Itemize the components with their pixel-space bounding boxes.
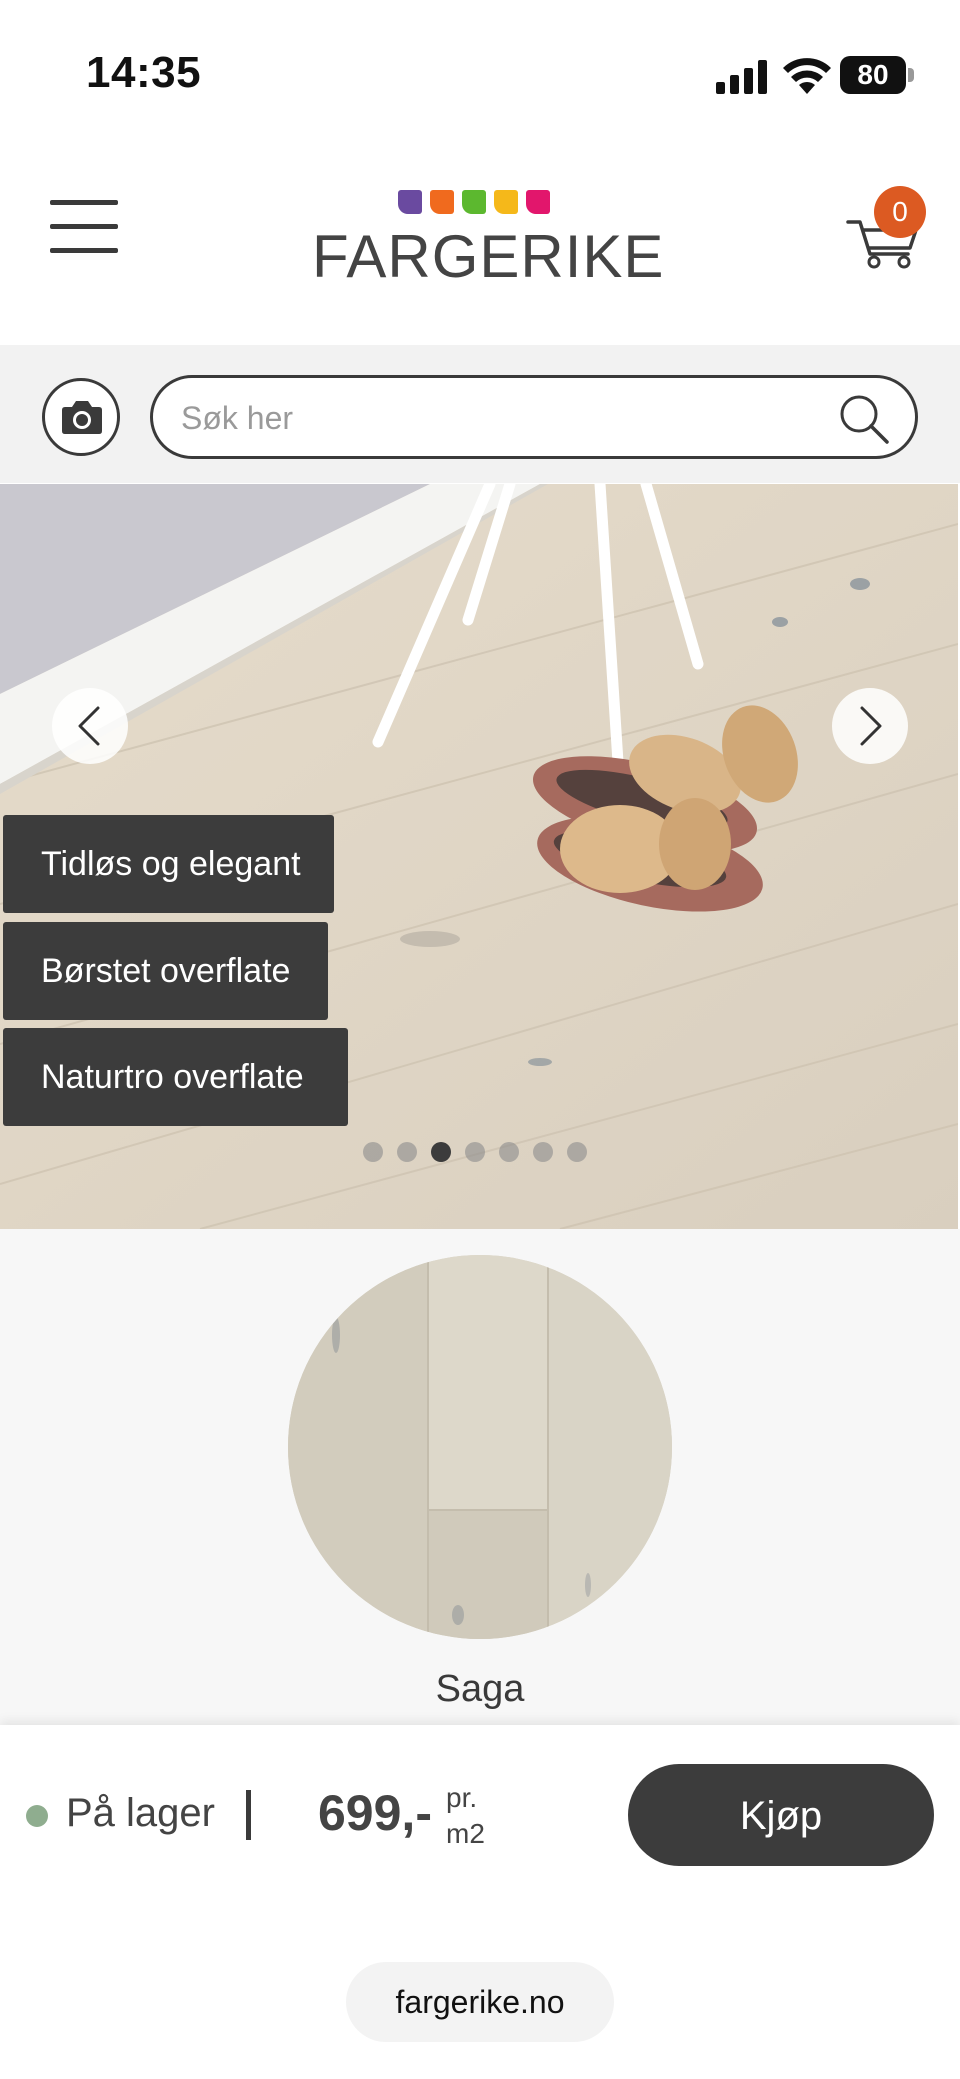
fargerike-logo[interactable]: FARGERIKE: [312, 188, 665, 290]
menu-button[interactable]: [50, 200, 118, 256]
buy-button[interactable]: Kjøp: [628, 1764, 934, 1866]
camera-icon: [62, 401, 102, 434]
carousel-dot[interactable]: [533, 1142, 553, 1162]
carousel-dot[interactable]: [363, 1142, 383, 1162]
price-unit-line2: m2: [446, 1818, 485, 1849]
wifi-icon: [783, 58, 831, 94]
cellular-signal-icon: [716, 60, 767, 94]
browser-url-bar[interactable]: fargerike.no: [346, 1962, 614, 2042]
carousel-dot[interactable]: [567, 1142, 587, 1162]
carousel-prev-button[interactable]: [52, 688, 128, 764]
carousel-next-button[interactable]: [832, 688, 908, 764]
price-unit: pr. m2: [446, 1780, 485, 1852]
search-field[interactable]: [150, 375, 918, 459]
price-divider: [246, 1790, 251, 1840]
status-time: 14:35: [86, 48, 202, 97]
logo-wordmark: FARGERIKE: [312, 223, 665, 290]
stock-status-icon: [26, 1805, 48, 1827]
feature-tag: Børstet overflate: [3, 922, 328, 1020]
wood-swatch-image: [288, 1255, 672, 1639]
stock-status-label: På lager: [66, 1791, 215, 1835]
carousel-pagination[interactable]: [363, 1142, 587, 1162]
carousel-dot[interactable]: [397, 1142, 417, 1162]
camera-search-button[interactable]: [42, 378, 120, 456]
cart-count-badge[interactable]: 0: [874, 186, 926, 238]
search-input[interactable]: [179, 392, 803, 444]
feature-tag: Naturtro overflate: [3, 1028, 348, 1126]
carousel-dot[interactable]: [465, 1142, 485, 1162]
product-price: 699,-: [318, 1785, 432, 1841]
battery-icon: 80: [840, 56, 914, 94]
product-name: Saga: [435, 1668, 525, 1710]
feature-tag: Tidløs og elegant: [3, 815, 334, 913]
price-unit-line1: pr.: [446, 1782, 478, 1813]
chevron-right-icon: [860, 706, 882, 746]
carousel-dot-active[interactable]: [431, 1142, 451, 1162]
product-swatch[interactable]: [288, 1255, 672, 1639]
logo-color-marks: [398, 190, 550, 214]
chevron-left-icon: [78, 706, 100, 746]
carousel-dot[interactable]: [499, 1142, 519, 1162]
battery-level: 80: [840, 56, 906, 94]
search-icon[interactable]: [837, 392, 891, 446]
